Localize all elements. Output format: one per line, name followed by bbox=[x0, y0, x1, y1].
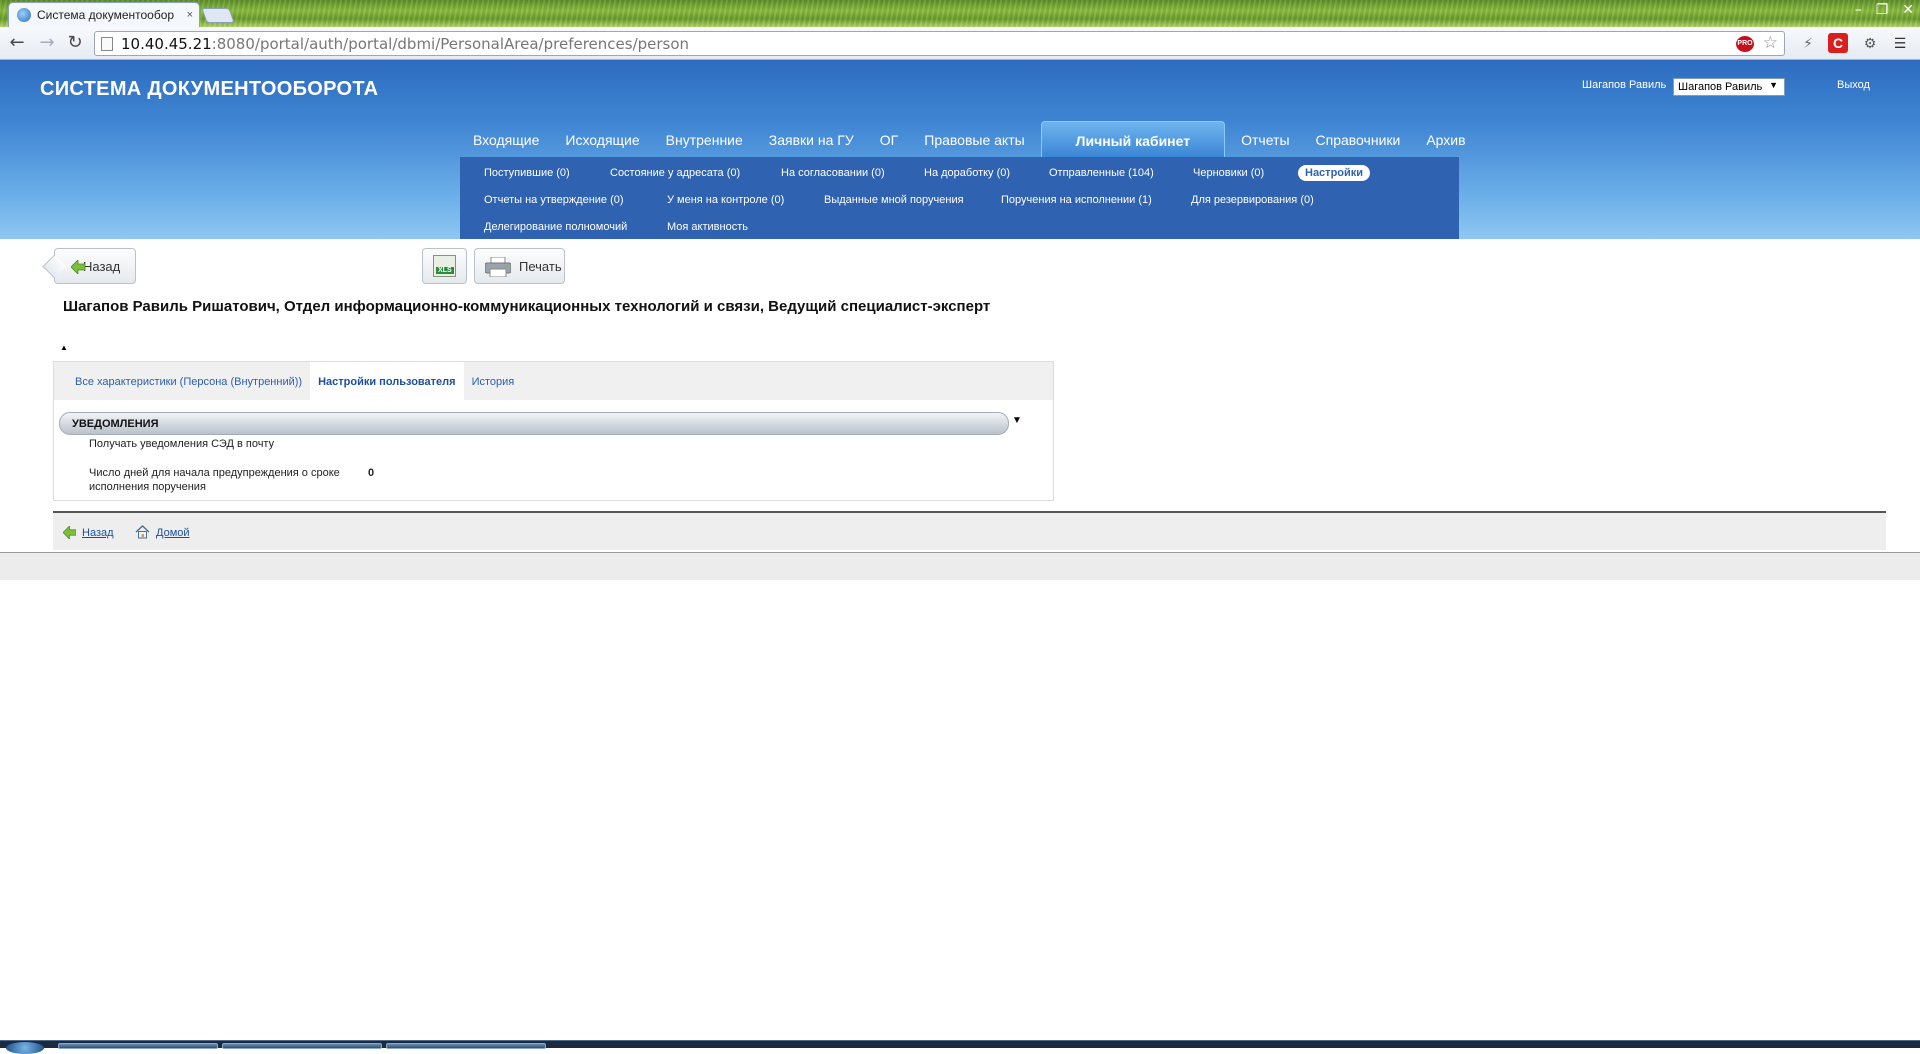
printer-icon bbox=[485, 257, 511, 277]
nav-reports[interactable]: Отчеты bbox=[1228, 121, 1302, 157]
browser-toolbar: ← → ↻ 10.40.45.21:8080/portal/auth/porta… bbox=[0, 27, 1920, 60]
print-button[interactable]: Печать bbox=[474, 248, 565, 284]
tab-close-icon[interactable]: × bbox=[187, 9, 193, 21]
footer-home-link[interactable]: Домой bbox=[156, 527, 190, 539]
browser-titlebar: Система документообор × – ❐ ✕ bbox=[0, 0, 1920, 27]
forward-arrow-icon[interactable]: → bbox=[36, 32, 58, 54]
page-icon bbox=[101, 36, 113, 51]
warning-days-label: Число дней для начала предупреждения о с… bbox=[89, 466, 340, 494]
xls-icon-label: XLS bbox=[436, 267, 454, 274]
dropdown-arrow-icon: ▼ bbox=[1769, 80, 1778, 90]
tab-title: Система документообор bbox=[37, 8, 175, 22]
tab-user-settings[interactable]: Настройки пользователя bbox=[310, 362, 464, 400]
c-extension-icon[interactable]: C bbox=[1828, 33, 1848, 53]
url-path: :8080/portal/auth/portal/dbmi/PersonalAr… bbox=[211, 34, 690, 53]
subnav-for-revision[interactable]: На доработку (0) bbox=[924, 167, 1010, 179]
subnav-on-approval[interactable]: На согласовании (0) bbox=[781, 167, 885, 179]
footer-bar: Назад Домой bbox=[53, 511, 1886, 550]
main-navigation: Входящие Исходящие Внутренние Заявки на … bbox=[460, 121, 1466, 157]
extension-icon[interactable]: ⚙ bbox=[1860, 33, 1880, 53]
globe-icon bbox=[17, 8, 31, 22]
start-button[interactable] bbox=[6, 1042, 44, 1054]
card-tabs: Все характеристики (Персона (Внутренний)… bbox=[54, 362, 1053, 400]
back-button[interactable]: Назад bbox=[54, 248, 136, 284]
subnav-delegation[interactable]: Делегирование полномочий bbox=[484, 221, 627, 233]
subnav-received[interactable]: Поступившие (0) bbox=[484, 167, 570, 179]
xls-icon: XLS bbox=[433, 255, 456, 277]
page-title: Шагапов Равиль Ришатович, Отдел информац… bbox=[63, 298, 991, 315]
nav-og[interactable]: ОГ bbox=[867, 121, 911, 157]
close-window-icon[interactable]: ✕ bbox=[1902, 2, 1914, 18]
notifications-section-header[interactable]: УВЕДОМЛЕНИЯ bbox=[59, 412, 1009, 435]
back-arrow-green-icon bbox=[71, 260, 85, 274]
card-panel: Все характеристики (Персона (Внутренний)… bbox=[53, 361, 1054, 501]
subnav-settings[interactable]: Настройки bbox=[1298, 165, 1371, 181]
new-tab-button[interactable] bbox=[201, 8, 235, 23]
subnav-on-control[interactable]: У меня на контроле (0) bbox=[667, 194, 784, 206]
address-bar[interactable]: 10.40.45.21:8080/portal/auth/portal/dbmi… bbox=[94, 31, 1785, 56]
taskbar-item-explorer[interactable] bbox=[222, 1043, 382, 1049]
minimize-icon[interactable]: – bbox=[1855, 2, 1862, 18]
subnav-reports-approval[interactable]: Отчеты на утверждение (0) bbox=[484, 194, 624, 206]
browser-tab[interactable]: Система документообор × bbox=[8, 2, 200, 27]
user-select-value: Шагапов Равиль bbox=[1678, 81, 1763, 93]
logout-link[interactable]: Выход bbox=[1837, 79, 1870, 91]
app-title: СИСТЕМА ДОКУМЕНТООБОРОТА bbox=[40, 78, 379, 100]
sub-navigation: Поступившие (0) Состояние у адресата (0)… bbox=[460, 157, 1459, 239]
app-header: СИСТЕМА ДОКУМЕНТООБОРОТА Шагапов Равиль … bbox=[0, 60, 1920, 239]
footer-back-link[interactable]: Назад bbox=[82, 527, 114, 539]
nav-requests[interactable]: Заявки на ГУ bbox=[756, 121, 867, 157]
nav-internal[interactable]: Внутренние bbox=[653, 121, 756, 157]
nav-archive[interactable]: Архив bbox=[1413, 121, 1478, 157]
nav-incoming[interactable]: Входящие bbox=[460, 121, 552, 157]
page-bottom-strip bbox=[0, 552, 1920, 580]
subnav-orders-executing[interactable]: Поручения на исполнении (1) bbox=[1001, 194, 1152, 206]
warning-days-label-line2: исполнения поручения bbox=[89, 481, 206, 493]
tab-all-characteristics[interactable]: Все характеристики (Персона (Внутренний)… bbox=[67, 362, 310, 400]
menu-icon[interactable]: ☰ bbox=[1890, 33, 1910, 53]
os-taskbar bbox=[0, 1040, 1920, 1054]
warning-days-label-line1: Число дней для начала предупреждения о с… bbox=[89, 467, 340, 479]
bookmark-star-icon[interactable]: ☆ bbox=[1763, 33, 1778, 53]
footer-back-icon bbox=[63, 526, 76, 539]
export-xls-button[interactable]: XLS bbox=[422, 248, 467, 284]
lightning-extension-icon[interactable]: ⚡ bbox=[1798, 33, 1818, 53]
window-controls: – ❐ ✕ bbox=[1855, 2, 1914, 18]
nav-directories[interactable]: Справочники bbox=[1303, 121, 1414, 157]
user-name: Шагапов Равиль bbox=[1582, 79, 1667, 91]
tab-history[interactable]: История bbox=[464, 362, 523, 400]
section-collapse-icon[interactable]: ▼ bbox=[1012, 415, 1022, 426]
back-arrow-icon[interactable]: ← bbox=[6, 32, 28, 54]
home-icon bbox=[135, 525, 150, 539]
subnav-drafts[interactable]: Черновики (0) bbox=[1193, 167, 1264, 179]
nav-legal-acts[interactable]: Правовые акты bbox=[911, 121, 1037, 157]
collapse-up-icon[interactable]: ▲ bbox=[60, 343, 68, 352]
user-select[interactable]: Шагапов Равиль ▼ bbox=[1673, 78, 1785, 96]
section-title: УВЕДОМЛЕНИЯ bbox=[72, 417, 159, 430]
maximize-icon[interactable]: ❐ bbox=[1876, 2, 1889, 18]
url-host: 10.40.45.21 bbox=[121, 34, 212, 53]
back-button-label: Назад bbox=[83, 258, 121, 274]
warning-days-value: 0 bbox=[368, 467, 375, 479]
taskbar-item-chrome[interactable] bbox=[58, 1043, 218, 1049]
subnav-my-activity[interactable]: Моя активность bbox=[667, 221, 748, 233]
email-notification-label: Получать уведомления СЭД в почту bbox=[89, 438, 275, 450]
pro-extension-icon[interactable]: PRO bbox=[1736, 36, 1754, 52]
nav-personal-cabinet[interactable]: Личный кабинет bbox=[1040, 121, 1226, 157]
subnav-reservation[interactable]: Для резервирования (0) bbox=[1191, 194, 1314, 206]
print-button-label: Печать bbox=[519, 258, 562, 274]
subnav-sent[interactable]: Отправленные (104) bbox=[1049, 167, 1154, 179]
subnav-issued-orders[interactable]: Выданные мной поручения bbox=[824, 194, 964, 206]
reload-icon[interactable]: ↻ bbox=[64, 32, 86, 54]
subnav-recipient-status[interactable]: Состояние у адресата (0) bbox=[610, 167, 740, 179]
taskbar-item-app[interactable] bbox=[386, 1043, 546, 1049]
nav-outgoing[interactable]: Исходящие bbox=[552, 121, 652, 157]
